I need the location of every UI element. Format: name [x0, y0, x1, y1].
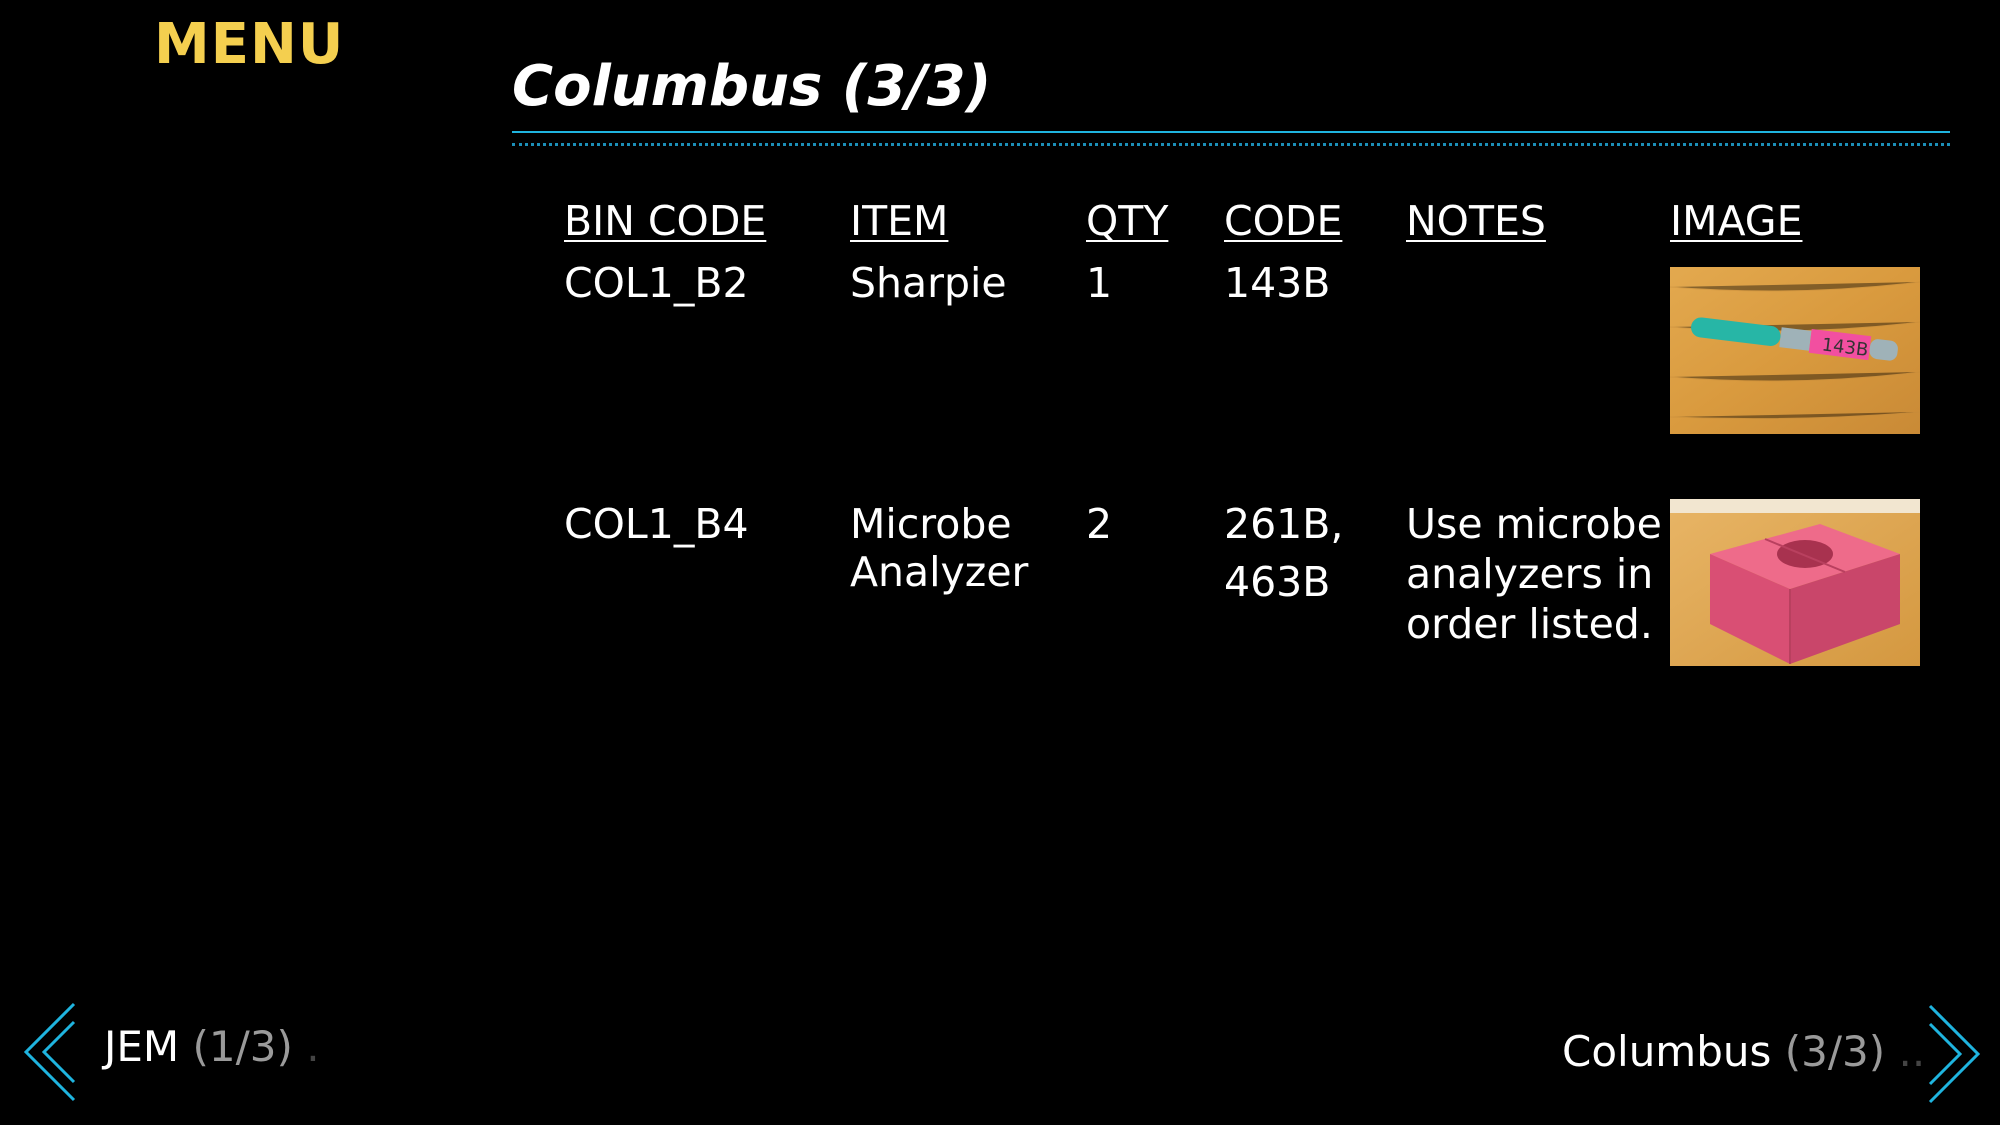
- next-section-name: Columbus: [1562, 1027, 1772, 1076]
- cell-bin-code: COL1_B2: [564, 259, 749, 307]
- cell-notes-line1: Use microbe: [1406, 500, 1662, 548]
- cell-bin-code: COL1_B4: [564, 500, 749, 548]
- prev-section-name: JEM: [104, 1022, 180, 1071]
- sharpie-photo: 143B: [1670, 267, 1920, 434]
- cell-code-line2: 463B: [1224, 558, 1331, 606]
- header-code: CODE: [1224, 197, 1343, 245]
- cell-notes-line2: analyzers in: [1406, 550, 1654, 598]
- header-qty: QTY: [1086, 197, 1169, 245]
- header-notes: NOTES: [1406, 197, 1546, 245]
- next-section-open: (: [1784, 1027, 1802, 1076]
- page-title: Columbus (3/3): [512, 54, 992, 119]
- prev-section-page: 1/3: [208, 1022, 277, 1071]
- chevron-double-right-icon[interactable]: [1924, 1002, 1984, 1106]
- cell-item-line1: Microbe: [850, 500, 1012, 548]
- cell-code: 143B: [1224, 259, 1331, 307]
- title-dotted-divider: [512, 143, 1950, 146]
- microbe-analyzer-image: [1670, 499, 1920, 666]
- header-bin-code: BIN CODE: [564, 197, 767, 245]
- next-section-link[interactable]: Columbus (3/3) ..: [1562, 1027, 1925, 1077]
- header-item: ITEM: [850, 197, 949, 245]
- microbe-analyzer-photo: [1670, 499, 1920, 666]
- cell-item: Sharpie: [850, 259, 1007, 307]
- menu-button[interactable]: MENU: [154, 12, 344, 77]
- cell-qty: 1: [1086, 259, 1113, 307]
- next-section-close: ): [1868, 1027, 1886, 1076]
- prev-section-close: ): [276, 1022, 293, 1071]
- next-section-page: 3/3: [1801, 1027, 1869, 1076]
- prev-section-link[interactable]: JEM (1/3) .: [104, 1022, 320, 1072]
- prev-section-trail: .: [306, 1022, 320, 1071]
- chevron-double-left-icon[interactable]: [20, 1000, 80, 1104]
- cell-code-line1: 261B,: [1224, 500, 1344, 548]
- cell-notes-line3: order listed.: [1406, 600, 1653, 648]
- cell-item-line2: Analyzer: [850, 548, 1029, 596]
- title-divider: [512, 131, 1950, 133]
- sharpie-image: 143B: [1670, 267, 1920, 434]
- header-image: IMAGE: [1670, 197, 1803, 245]
- cell-qty: 2: [1086, 500, 1113, 548]
- next-section-trail: ..: [1898, 1027, 1926, 1076]
- prev-section-open: (: [192, 1022, 209, 1071]
